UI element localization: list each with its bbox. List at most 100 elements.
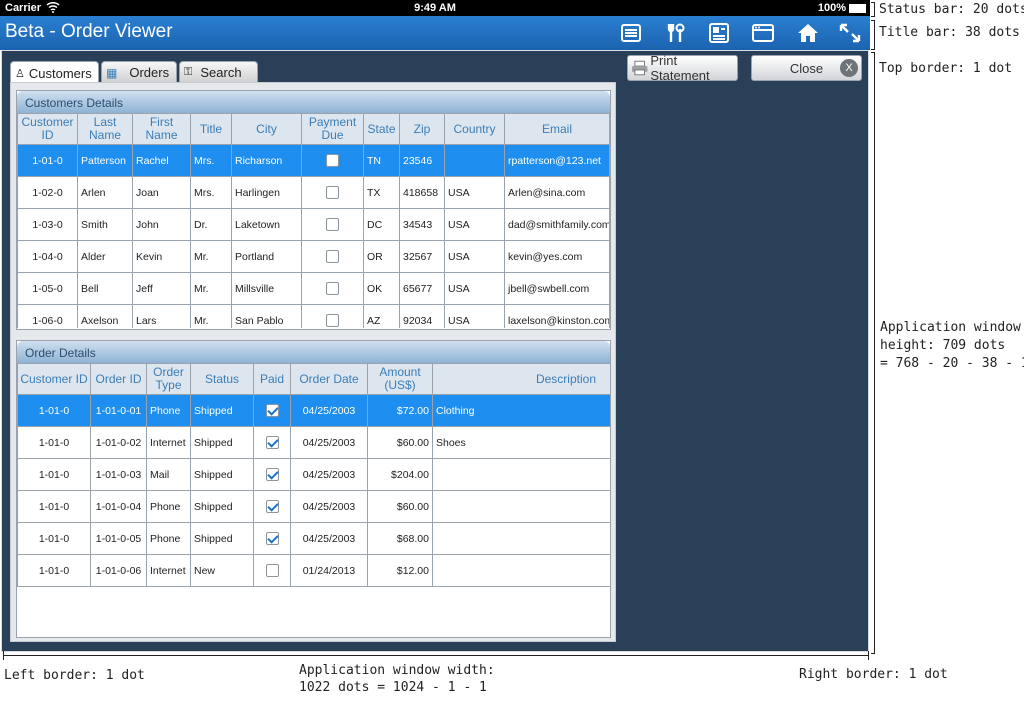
paid-checkbox[interactable] bbox=[265, 436, 279, 449]
print-statement-button[interactable]: Print Statement bbox=[627, 53, 738, 83]
order-cell-amount: $72.00 bbox=[367, 394, 433, 427]
customer-cell-first: John bbox=[132, 208, 191, 241]
customer-cell-title: Dr. bbox=[190, 208, 232, 241]
order-row[interactable]: 1-01-0 1-01-0-03 Mail Shipped 04/25/2003 $204… bbox=[17, 458, 611, 491]
close-button[interactable]: Close X bbox=[751, 55, 862, 81]
customers-column-header[interactable]: Country bbox=[444, 113, 505, 145]
orders-column-header[interactable]: Order ID bbox=[90, 363, 147, 395]
customers-column-header[interactable]: Payment Due bbox=[301, 113, 364, 145]
customer-cell-zip: 34543 bbox=[399, 208, 445, 241]
order-cell-paid bbox=[253, 490, 291, 523]
clock: 9:49 AM bbox=[414, 2, 456, 14]
grid-icon: ▦ bbox=[106, 65, 118, 80]
app-width-line bbox=[3, 655, 869, 656]
order-cell-desc bbox=[432, 554, 611, 587]
payment-due-checkbox[interactable] bbox=[326, 154, 339, 167]
customer-cell-zip: 65677 bbox=[399, 272, 445, 305]
order-cell-date: 04/25/2003 bbox=[290, 522, 368, 555]
order-cell-desc bbox=[432, 522, 611, 555]
customer-row[interactable]: 1-01-0 Patterson Rachel Mrs. Richarson TN 2354… bbox=[17, 144, 610, 177]
order-cell-oid: 1-01-0-02 bbox=[90, 426, 147, 459]
orders-column-header[interactable]: Customer ID bbox=[17, 363, 91, 395]
customer-row[interactable]: 1-06-0 Axelson Lars Mr. San Pablo AZ 92034 USA l… bbox=[17, 304, 610, 328]
customer-cell-state: OK bbox=[363, 272, 400, 305]
customer-cell-email: laxelson@kinston.com bbox=[504, 304, 610, 328]
order-row[interactable]: 1-01-0 1-01-0-02 Internet Shipped 04/25/2003… bbox=[17, 426, 611, 459]
paid-checkbox[interactable] bbox=[265, 404, 279, 417]
orders-column-header[interactable]: Order Date bbox=[290, 363, 368, 395]
order-cell-date: 04/25/2003 bbox=[290, 426, 368, 459]
paid-checkbox[interactable] bbox=[265, 564, 279, 577]
customer-cell-country: USA bbox=[444, 176, 505, 209]
customer-cell-due bbox=[301, 144, 364, 177]
customer-cell-first: Joan bbox=[132, 176, 191, 209]
paid-checkbox[interactable] bbox=[265, 532, 279, 545]
customer-cell-title: Mr. bbox=[190, 304, 232, 328]
orders-column-header[interactable]: Amount (US$) bbox=[367, 363, 433, 395]
customer-cell-zip: 32567 bbox=[399, 240, 445, 273]
content-area: Customers Details Customer ID Last Name Fi… bbox=[10, 82, 616, 642]
customers-column-header[interactable]: Email bbox=[504, 113, 610, 145]
status-bar-bracket bbox=[871, 2, 875, 17]
tab-customers[interactable]: ♙ Customers bbox=[10, 61, 99, 84]
window-icon[interactable] bbox=[752, 23, 774, 43]
customer-cell-first: Kevin bbox=[132, 240, 191, 273]
order-row[interactable]: 1-01-0 1-01-0-05 Phone Shipped 04/25/2003 $68… bbox=[17, 522, 611, 555]
customer-cell-country: USA bbox=[444, 208, 505, 241]
customer-cell-id: 1-06-0 bbox=[17, 304, 78, 328]
customer-cell-state: AZ bbox=[363, 304, 400, 328]
orders-column-header[interactable]: Order Type bbox=[146, 363, 191, 395]
customers-column-header[interactable]: Zip bbox=[399, 113, 445, 145]
order-cell-desc bbox=[432, 490, 611, 523]
payment-due-checkbox[interactable] bbox=[326, 186, 339, 199]
title-bar-annotation: Title bar: 38 dots bbox=[879, 25, 1020, 40]
orders-column-header[interactable]: Status bbox=[190, 363, 254, 395]
paid-checkbox[interactable] bbox=[265, 500, 279, 513]
title-bar-bracket bbox=[871, 20, 875, 50]
customers-column-header[interactable]: First Name bbox=[132, 113, 191, 145]
order-cell-paid bbox=[253, 554, 291, 587]
order-cell-type: Internet bbox=[146, 426, 191, 459]
customer-row[interactable]: 1-05-0 Bell Jeff Mr. Millsville OK 65677 USA jbe… bbox=[17, 272, 610, 305]
order-cell-amount: $60.00 bbox=[367, 426, 433, 459]
customers-column-header[interactable]: City bbox=[231, 113, 302, 145]
customers-column-header[interactable]: Last Name bbox=[77, 113, 133, 145]
customer-row[interactable]: 1-02-0 Arlen Joan Mrs. Harlingen TX 418658 USA A… bbox=[17, 176, 610, 209]
expand-icon[interactable] bbox=[839, 23, 861, 43]
customers-column-header[interactable]: State bbox=[363, 113, 400, 145]
customer-cell-email: jbell@swbell.com bbox=[504, 272, 610, 305]
customers-column-header[interactable]: Customer ID bbox=[17, 113, 78, 145]
home-icon[interactable] bbox=[797, 23, 819, 43]
customers-table: Customer ID Last Name First Name Title City P… bbox=[17, 113, 610, 328]
order-row[interactable]: 1-01-0 1-01-0-04 Phone Shipped 04/25/2003 $60… bbox=[17, 490, 611, 523]
battery-percent: 100% bbox=[817, 2, 846, 14]
orders-table: Customer ID Order ID Order Type Status Paid O… bbox=[17, 363, 611, 587]
order-cell-cid: 1-01-0 bbox=[17, 458, 91, 491]
order-cell-cid: 1-01-0 bbox=[17, 522, 91, 555]
payment-due-checkbox[interactable] bbox=[326, 250, 339, 263]
tab-orders[interactable]: ▦ Orders bbox=[101, 61, 177, 83]
paid-checkbox[interactable] bbox=[265, 468, 279, 481]
customer-row[interactable]: 1-03-0 Smith John Dr. Laketown DC 34543 USA dad@… bbox=[17, 208, 610, 241]
customer-cell-last: Axelson bbox=[77, 304, 133, 328]
dashboard-icon[interactable] bbox=[708, 23, 730, 43]
orders-column-header[interactable]: Paid bbox=[253, 363, 291, 395]
tab-search[interactable]: ⚿ Search bbox=[179, 61, 258, 83]
tools-icon[interactable] bbox=[665, 23, 687, 43]
customers-column-header[interactable]: Title bbox=[190, 113, 232, 145]
customer-cell-due bbox=[301, 208, 364, 241]
order-row[interactable]: 1-01-0 1-01-0-01 Phone Shipped 04/25/2003 $72… bbox=[17, 394, 611, 427]
customer-cell-city: Laketown bbox=[231, 208, 302, 241]
order-cell-date: 04/25/2003 bbox=[290, 490, 368, 523]
payment-due-checkbox[interactable] bbox=[326, 282, 339, 295]
tab-search-label: Search bbox=[200, 65, 242, 80]
payment-due-checkbox[interactable] bbox=[326, 314, 339, 327]
right-border-annotation: Right border: 1 dot bbox=[799, 667, 948, 682]
order-row[interactable]: 1-01-0 1-01-0-06 Internet New 01/24/2013 $12.… bbox=[17, 554, 611, 587]
orders-column-header[interactable]: Description bbox=[432, 363, 611, 395]
order-cell-status: New bbox=[190, 554, 254, 587]
customer-row[interactable]: 1-04-0 Alder Kevin Mr. Portland OR 32567 USA kev… bbox=[17, 240, 610, 273]
list-icon[interactable] bbox=[620, 23, 642, 43]
order-cell-cid: 1-01-0 bbox=[17, 554, 91, 587]
payment-due-checkbox[interactable] bbox=[326, 218, 339, 231]
